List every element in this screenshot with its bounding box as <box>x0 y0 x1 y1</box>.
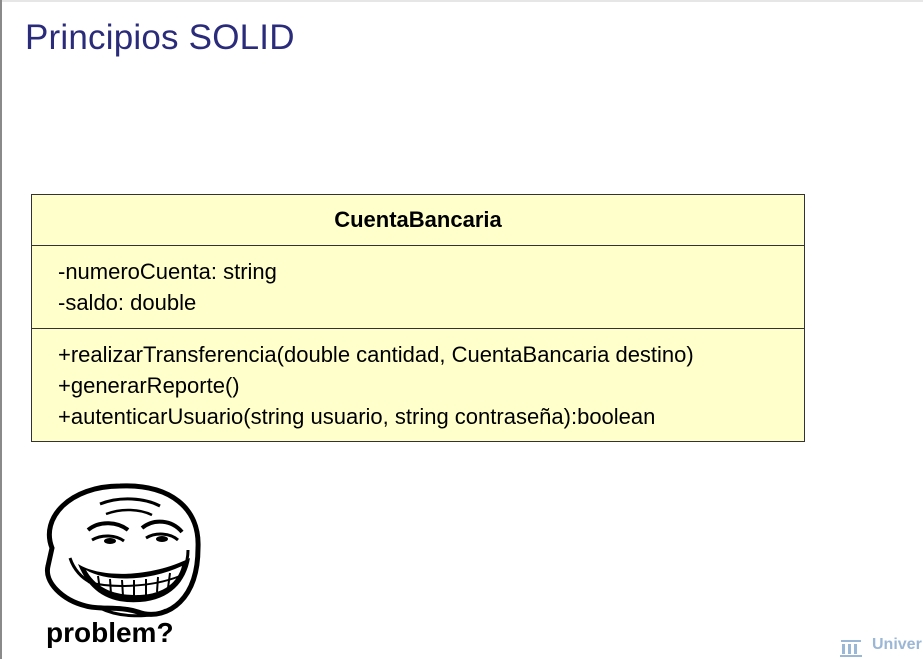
university-logo-text: Univer <box>872 636 922 653</box>
top-border <box>0 0 923 2</box>
slide-title: Principios SOLID <box>25 18 295 57</box>
uml-attributes: -numeroCuenta: string -saldo: double <box>32 246 804 329</box>
uml-method: +autenticarUsuario(string usuario, strin… <box>58 404 656 429</box>
uml-attribute: -saldo: double <box>58 290 197 315</box>
meme-caption: problem? <box>46 617 174 648</box>
uml-method: +realizarTransferencia(double cantidad, … <box>58 342 694 367</box>
uml-method: +generarReporte() <box>58 373 240 398</box>
left-border <box>0 0 2 659</box>
uml-methods: +realizarTransferencia(double cantidad, … <box>32 329 804 432</box>
uml-class-name: CuentaBancaria <box>32 195 804 246</box>
uml-class-diagram: CuentaBancaria -numeroCuenta: string -sa… <box>31 194 805 442</box>
uml-attribute: -numeroCuenta: string <box>58 259 277 284</box>
